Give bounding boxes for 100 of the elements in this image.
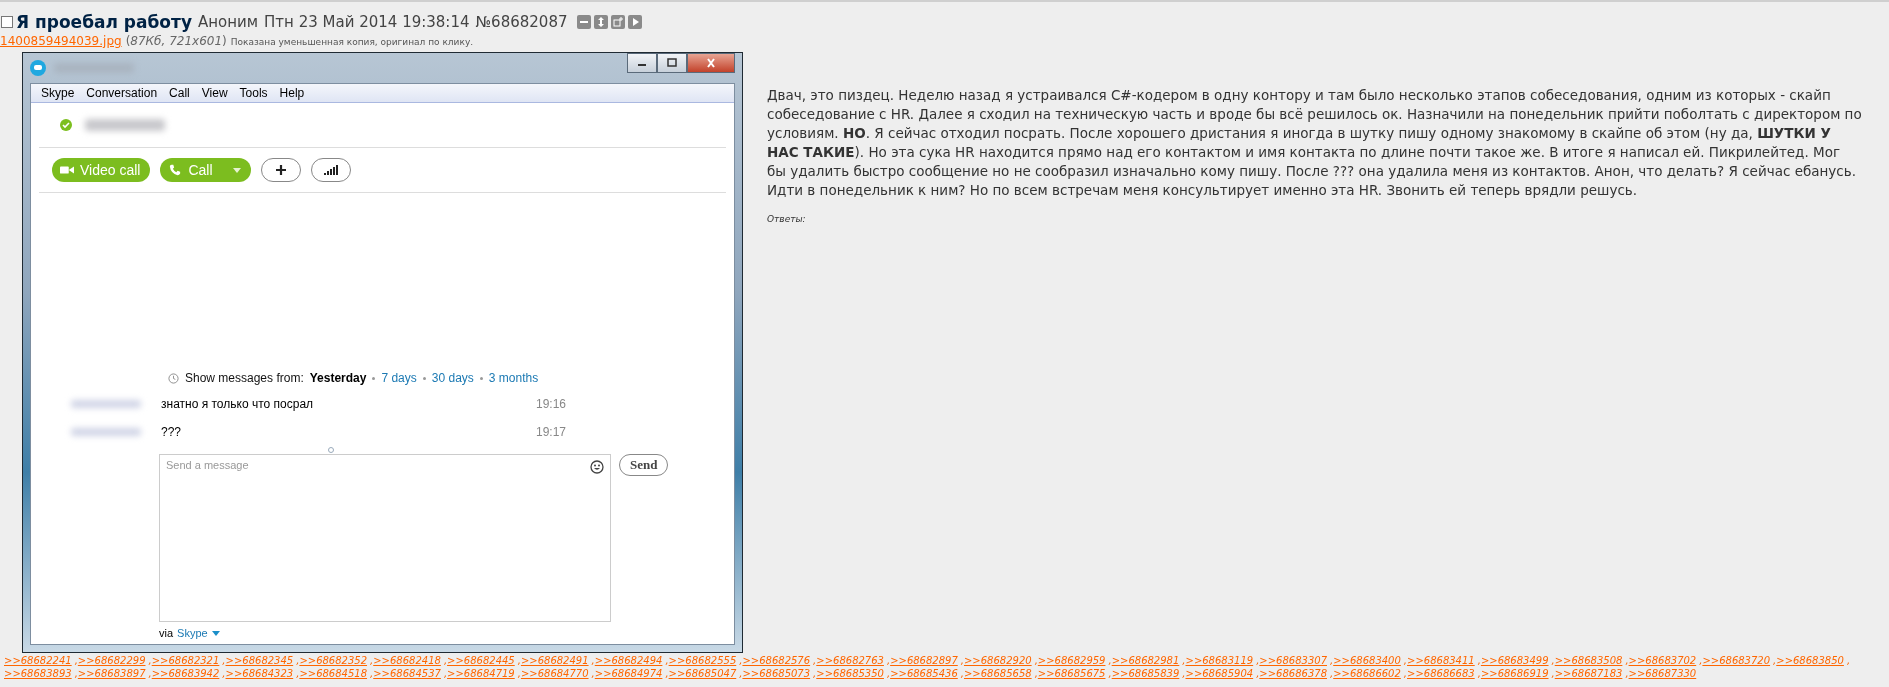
history-option[interactable]: 30 days	[431, 371, 474, 385]
reply-link[interactable]: >>68684518	[299, 667, 369, 680]
reply-link[interactable]: >>68682345	[225, 654, 295, 667]
file-link[interactable]: 1400859494039.jpg	[0, 34, 122, 48]
reply-link[interactable]: >>68684719	[447, 667, 516, 680]
reply-link[interactable]: >>68683411	[1407, 654, 1476, 667]
reply-link[interactable]: >>68682241	[4, 654, 73, 667]
reply-link[interactable]: >>68684974	[594, 667, 664, 680]
reply-link[interactable]: >>68683499	[1480, 654, 1550, 667]
reply-link[interactable]: >>68682321	[151, 654, 221, 667]
send-button[interactable]: Send	[619, 454, 669, 476]
reply-link[interactable]: >>68682763	[816, 654, 885, 667]
post-checkbox[interactable]	[1, 16, 13, 28]
separator-dot	[372, 376, 376, 380]
menu-item[interactable]: View	[201, 86, 228, 100]
reply-link[interactable]: >>68684770	[520, 667, 590, 680]
comma: ,	[74, 668, 78, 679]
history-option[interactable]: Yesterday	[309, 371, 367, 385]
reply-link[interactable]: >>68683850	[1776, 654, 1845, 667]
post-subject: Я проебал работу	[16, 12, 192, 32]
reply-link[interactable]: >>68682981	[1111, 654, 1181, 667]
history-option[interactable]: 3 months	[488, 371, 539, 385]
reply-link[interactable]: >>68682352	[299, 654, 369, 667]
reply-link[interactable]: >>68683119	[1185, 654, 1255, 667]
history-option[interactable]: 7 days	[381, 371, 417, 385]
comma: ,	[443, 668, 448, 679]
reply-link[interactable]: >>68685047	[668, 667, 738, 680]
reply-link[interactable]: >>68686602	[1333, 667, 1402, 680]
via-label: via	[159, 627, 174, 639]
caret-icon[interactable]	[211, 630, 220, 636]
reply-link[interactable]: >>68685350	[816, 667, 885, 680]
reply-link[interactable]: >>68685839	[1111, 667, 1181, 680]
reply-link[interactable]: >>68682445	[447, 654, 516, 667]
reply-link[interactable]: >>68685904	[1185, 667, 1255, 680]
hide-icon[interactable]	[577, 15, 592, 29]
reply-link[interactable]: >>68683307	[1259, 654, 1328, 667]
comma: ,	[886, 655, 891, 666]
comma: ,	[1182, 655, 1186, 666]
comma: ,	[1477, 668, 1481, 679]
reply-link[interactable]: >>68686378	[1259, 667, 1328, 680]
reply-link[interactable]: >>68686683	[1407, 667, 1476, 680]
comma: ,	[443, 655, 448, 666]
comma: ,	[1403, 668, 1408, 679]
replies-label: Ответы:	[767, 214, 807, 224]
reply-link[interactable]: >>68684537	[373, 667, 442, 680]
reply-link[interactable]: >>68682576	[742, 654, 812, 667]
menu-item[interactable]: Tools	[239, 86, 268, 100]
plus-icon	[274, 164, 287, 176]
menu-item[interactable]: Skype	[41, 86, 75, 100]
call-quality-button[interactable]	[310, 158, 351, 182]
message-input[interactable]: Send a message	[159, 454, 611, 622]
video-call-button[interactable]: Video call	[52, 158, 151, 182]
reply-link[interactable]: >>68683897	[77, 667, 147, 680]
comma: ,	[739, 668, 743, 679]
reply-link[interactable]: >>68682897	[890, 654, 959, 667]
expand-icon[interactable]	[594, 15, 609, 29]
via-skype-link[interactable]: Skype	[177, 627, 208, 639]
reply-link[interactable]: >>68685658	[963, 667, 1033, 680]
reply-link[interactable]: >>68683702	[1628, 654, 1698, 667]
reply-link[interactable]: >>68683942	[151, 667, 221, 680]
comma: ,	[1256, 668, 1260, 679]
reply-link[interactable]: >>68687183	[1554, 667, 1624, 680]
comma: ,	[148, 655, 152, 666]
reply-link[interactable]: >>68684323	[225, 667, 295, 680]
reply-link[interactable]: >>68682299	[77, 654, 147, 667]
post-text: Двач, это пиздец. Неделю назад я устраивался C#-кодером в одну контору и там было несколько этапов собеседования, одним из которых - скайп собеседование с HR. Далее я сходил на техническую часть и вроде бы всё решилось ок. Назначили на понедельник прийти поболтать с директором по условиям. НО. Я сейчас отходил посрать. После хорошего дристания я иногда в шутку пишу одному знакомому в скайпе об этом (ну да, ШУТКИ У НАС ТАКИЕ). Но эта сука HR находится прямо над его контактом и имя контакта по длине почти такое же. В итоге я написал ей. Пикрилейтед. Мог бы удалить быстро сообщение но не сообразил изначально кому пишу. После ??? она удалила меня из контактов. Анон, что делать? Я сейчас ебанусь. Идти в понедельник к ним? Но по всем встречам меня консультирует именно эта HR. Звонить ей теперь врядли решусь.	[767, 86, 1862, 200]
reply-link[interactable]: >>68685675	[1037, 667, 1107, 680]
comma: ,	[1256, 655, 1260, 666]
separator-dot	[422, 376, 426, 380]
reply-link[interactable]: >>68685073	[742, 667, 812, 680]
reply-link[interactable]: >>68682418	[373, 654, 442, 667]
smiley-icon[interactable]	[590, 460, 604, 474]
reply-link[interactable]: >>68682920	[963, 654, 1033, 667]
blurred-sender-name	[71, 428, 141, 436]
close-button[interactable]	[687, 53, 735, 73]
post-number[interactable]: №68682087	[475, 13, 568, 31]
play-icon[interactable]	[628, 15, 643, 29]
comma: ,	[1330, 668, 1334, 679]
add-button[interactable]	[260, 158, 301, 182]
menu-item[interactable]: Conversation	[86, 86, 158, 100]
reply-link[interactable]: >>68682491	[520, 654, 590, 667]
reply-link[interactable]: >>68685436	[890, 667, 959, 680]
message-text: знатно я только что посрал	[161, 397, 315, 411]
reply-link[interactable]: >>68682555	[668, 654, 738, 667]
reply-link[interactable]: >>68682959	[1037, 654, 1107, 667]
skype-window[interactable]: Skype Conversation Call View Tools Help Video call Call Show messages from: Yesterday 7 days 30 days 3 months знатно я только что посрал 19:16 ??? 19:17 Send a message Send via Skype	[22, 52, 743, 653]
reply-link[interactable]: >>68687330	[1628, 667, 1698, 680]
reply-link[interactable]: >>68683720	[1702, 654, 1772, 667]
reply-link[interactable]: >>68686919	[1480, 667, 1550, 680]
reply-link[interactable]: >>68683400	[1333, 654, 1402, 667]
maximize-button[interactable]	[657, 53, 687, 73]
minimize-button[interactable]	[627, 53, 657, 73]
reply-link[interactable]: >>68683893	[4, 667, 73, 680]
comma: ,	[591, 668, 595, 679]
menu-item[interactable]: Call	[169, 86, 190, 100]
call-button[interactable]: Call	[160, 158, 251, 182]
reply-link[interactable]: >>68683508	[1554, 654, 1624, 667]
comma: ,	[813, 655, 817, 666]
reply-link[interactable]: >>68682494	[594, 654, 664, 667]
menu-item[interactable]: Help	[279, 86, 305, 100]
